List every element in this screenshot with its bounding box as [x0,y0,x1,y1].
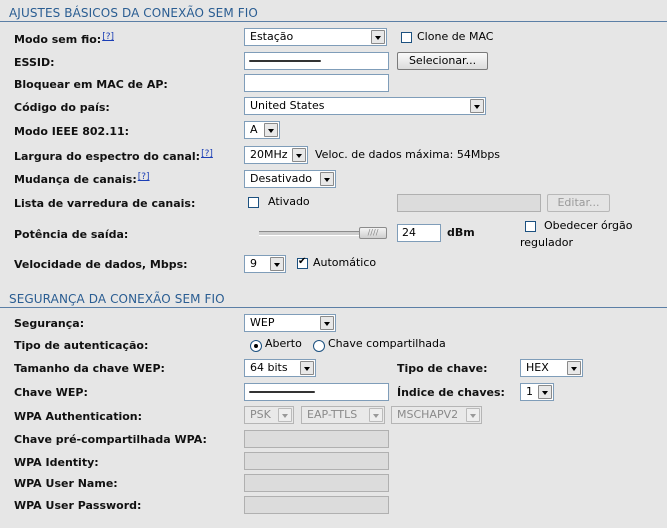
regulatory-compliance-checkbox[interactable] [525,221,536,232]
security-value: WEP [250,316,275,329]
wpa-auth-label: WPA Authentication: [14,410,143,423]
wpa-psk-label: Chave pré-compartilhada WPA: [14,433,207,446]
wireless-mode-help-link[interactable]: [?] [102,32,114,42]
regulatory-compliance-label-1: Obedecer órgão [544,219,633,232]
chevron-down-icon [270,257,284,271]
chevron-down-icon [320,172,334,186]
channel-width-value: 20MHz [250,148,288,161]
channel-width-select[interactable]: 20MHz [244,146,308,164]
channel-scan-list-input[interactable] [397,194,541,212]
wpa-user-password-label: WPA User Password: [14,499,142,512]
lock-ap-mac-label: Bloquear em MAC de AP: [14,78,168,91]
wireless-mode-label: Modo sem fio:[?] [14,32,114,46]
key-index-select[interactable]: 1 [520,383,554,401]
wep-key-label: Chave WEP: [14,386,88,399]
chevron-down-icon [567,361,581,375]
wpa-eap-type-select[interactable]: EAP-TTLS [301,406,385,424]
essid-label: ESSID: [14,56,55,69]
wireless-mode-value: Estação [250,30,294,43]
key-index-value: 1 [526,385,533,398]
wep-key-length-select[interactable]: 64 bits [244,359,316,377]
wep-key-length-label: Tamanho da chave WEP: [14,362,165,375]
mac-clone-label: Clone de MAC [417,30,494,43]
chevron-down-icon [300,361,314,375]
channel-scan-enabled-checkbox[interactable] [248,197,259,208]
channel-shifting-help-link[interactable]: [?] [138,172,150,182]
wireless-mode-label-text: Modo sem fio: [14,33,102,46]
chevron-down-icon [538,385,552,399]
data-rate-auto-checkbox[interactable] [297,256,308,269]
chevron-down-icon [320,316,334,330]
channel-shifting-label: Mudança de canais:[?] [14,172,150,186]
channel-scan-enabled-label: Ativado [268,195,310,208]
essid-input[interactable] [244,52,389,70]
redacted-scribble [249,391,315,393]
channel-shifting-value: Desativado [250,172,313,185]
key-type-label: Tipo de chave: [397,362,488,375]
wpa-identity-input[interactable] [244,452,389,470]
chevron-down-icon [278,408,292,422]
wep-key-input[interactable] [244,383,389,401]
auth-shared-key-label: Chave compartilhada [328,337,446,350]
ieee-mode-select[interactable]: A [244,121,280,139]
output-power-slider-thumb[interactable]: //// [359,227,387,239]
channel-shifting-select[interactable]: Desativado [244,170,336,188]
data-rate-label: Velocidade de dados, Mbps: [14,258,188,271]
output-power-input[interactable]: 24 [397,224,441,242]
data-rate-value: 9 [250,257,257,270]
chevron-down-icon [371,30,385,44]
chevron-down-icon [369,408,383,422]
auth-type-label: Tipo de autenticação: [14,339,149,352]
output-power-label: Potência de saída: [14,228,129,241]
security-label: Segurança: [14,317,85,330]
max-data-rate-note: Veloc. de dados máxima: 54Mbps [315,148,501,161]
channel-scan-list-label: Lista de varredura de canais: [14,197,196,210]
wpa-user-password-input[interactable] [244,496,389,514]
redacted-scribble [249,60,321,62]
chevron-down-icon [292,148,306,162]
channel-width-label: Largura do espectro do canal:[?] [14,149,213,163]
wpa-auth-method-value: PSK [250,408,271,421]
wireless-security-section-title: SEGURANÇA DA CONEXÃO SEM FIO [0,290,667,308]
ieee-mode-label: Modo IEEE 802.11: [14,125,130,138]
channel-width-label-text: Largura do espectro do canal: [14,150,201,163]
wpa-identity-label: WPA Identity: [14,456,99,469]
country-code-select[interactable]: United States [244,97,486,115]
channel-shifting-label-text: Mudança de canais: [14,173,137,186]
wireless-mode-select[interactable]: Estação [244,28,387,46]
wpa-user-name-label: WPA User Name: [14,477,118,490]
lock-ap-mac-input[interactable] [244,74,389,92]
select-ap-button[interactable]: Selecionar... [397,52,488,70]
key-type-value: HEX [526,361,549,374]
chevron-down-icon [470,99,484,113]
wpa-eap-type-value: EAP-TTLS [307,408,358,421]
data-rate-select[interactable]: 9 [244,255,286,273]
regulatory-compliance-label-2: regulador [520,236,574,249]
channel-width-help-link[interactable]: [?] [201,149,213,159]
wireless-basic-section-title: AJUSTES BÁSICOS DA CONEXÃO SEM FIO [0,4,667,22]
edit-channel-list-button[interactable]: Editar... [547,194,610,212]
wep-key-length-value: 64 bits [250,361,288,374]
wpa-user-name-input[interactable] [244,474,389,492]
key-index-label: Índice de chaves: [397,386,505,399]
wpa-inner-auth-select[interactable]: MSCHAPV2 [391,406,482,424]
security-select[interactable]: WEP [244,314,336,332]
key-type-select[interactable]: HEX [520,359,583,377]
country-code-label: Código do país: [14,101,110,114]
country-code-value: United States [250,99,325,112]
wpa-inner-auth-value: MSCHAPV2 [397,408,459,421]
auth-open-radio[interactable] [250,340,262,352]
output-power-unit: dBm [447,226,475,239]
chevron-down-icon [264,123,278,137]
ieee-mode-value: A [250,123,258,136]
auth-open-label: Aberto [265,337,302,350]
wpa-psk-input[interactable] [244,430,389,448]
chevron-down-icon [466,408,480,422]
data-rate-auto-label: Automático [313,256,377,269]
wpa-auth-method-select[interactable]: PSK [244,406,294,424]
auth-shared-key-radio[interactable] [313,340,325,352]
mac-clone-checkbox[interactable] [401,32,412,43]
